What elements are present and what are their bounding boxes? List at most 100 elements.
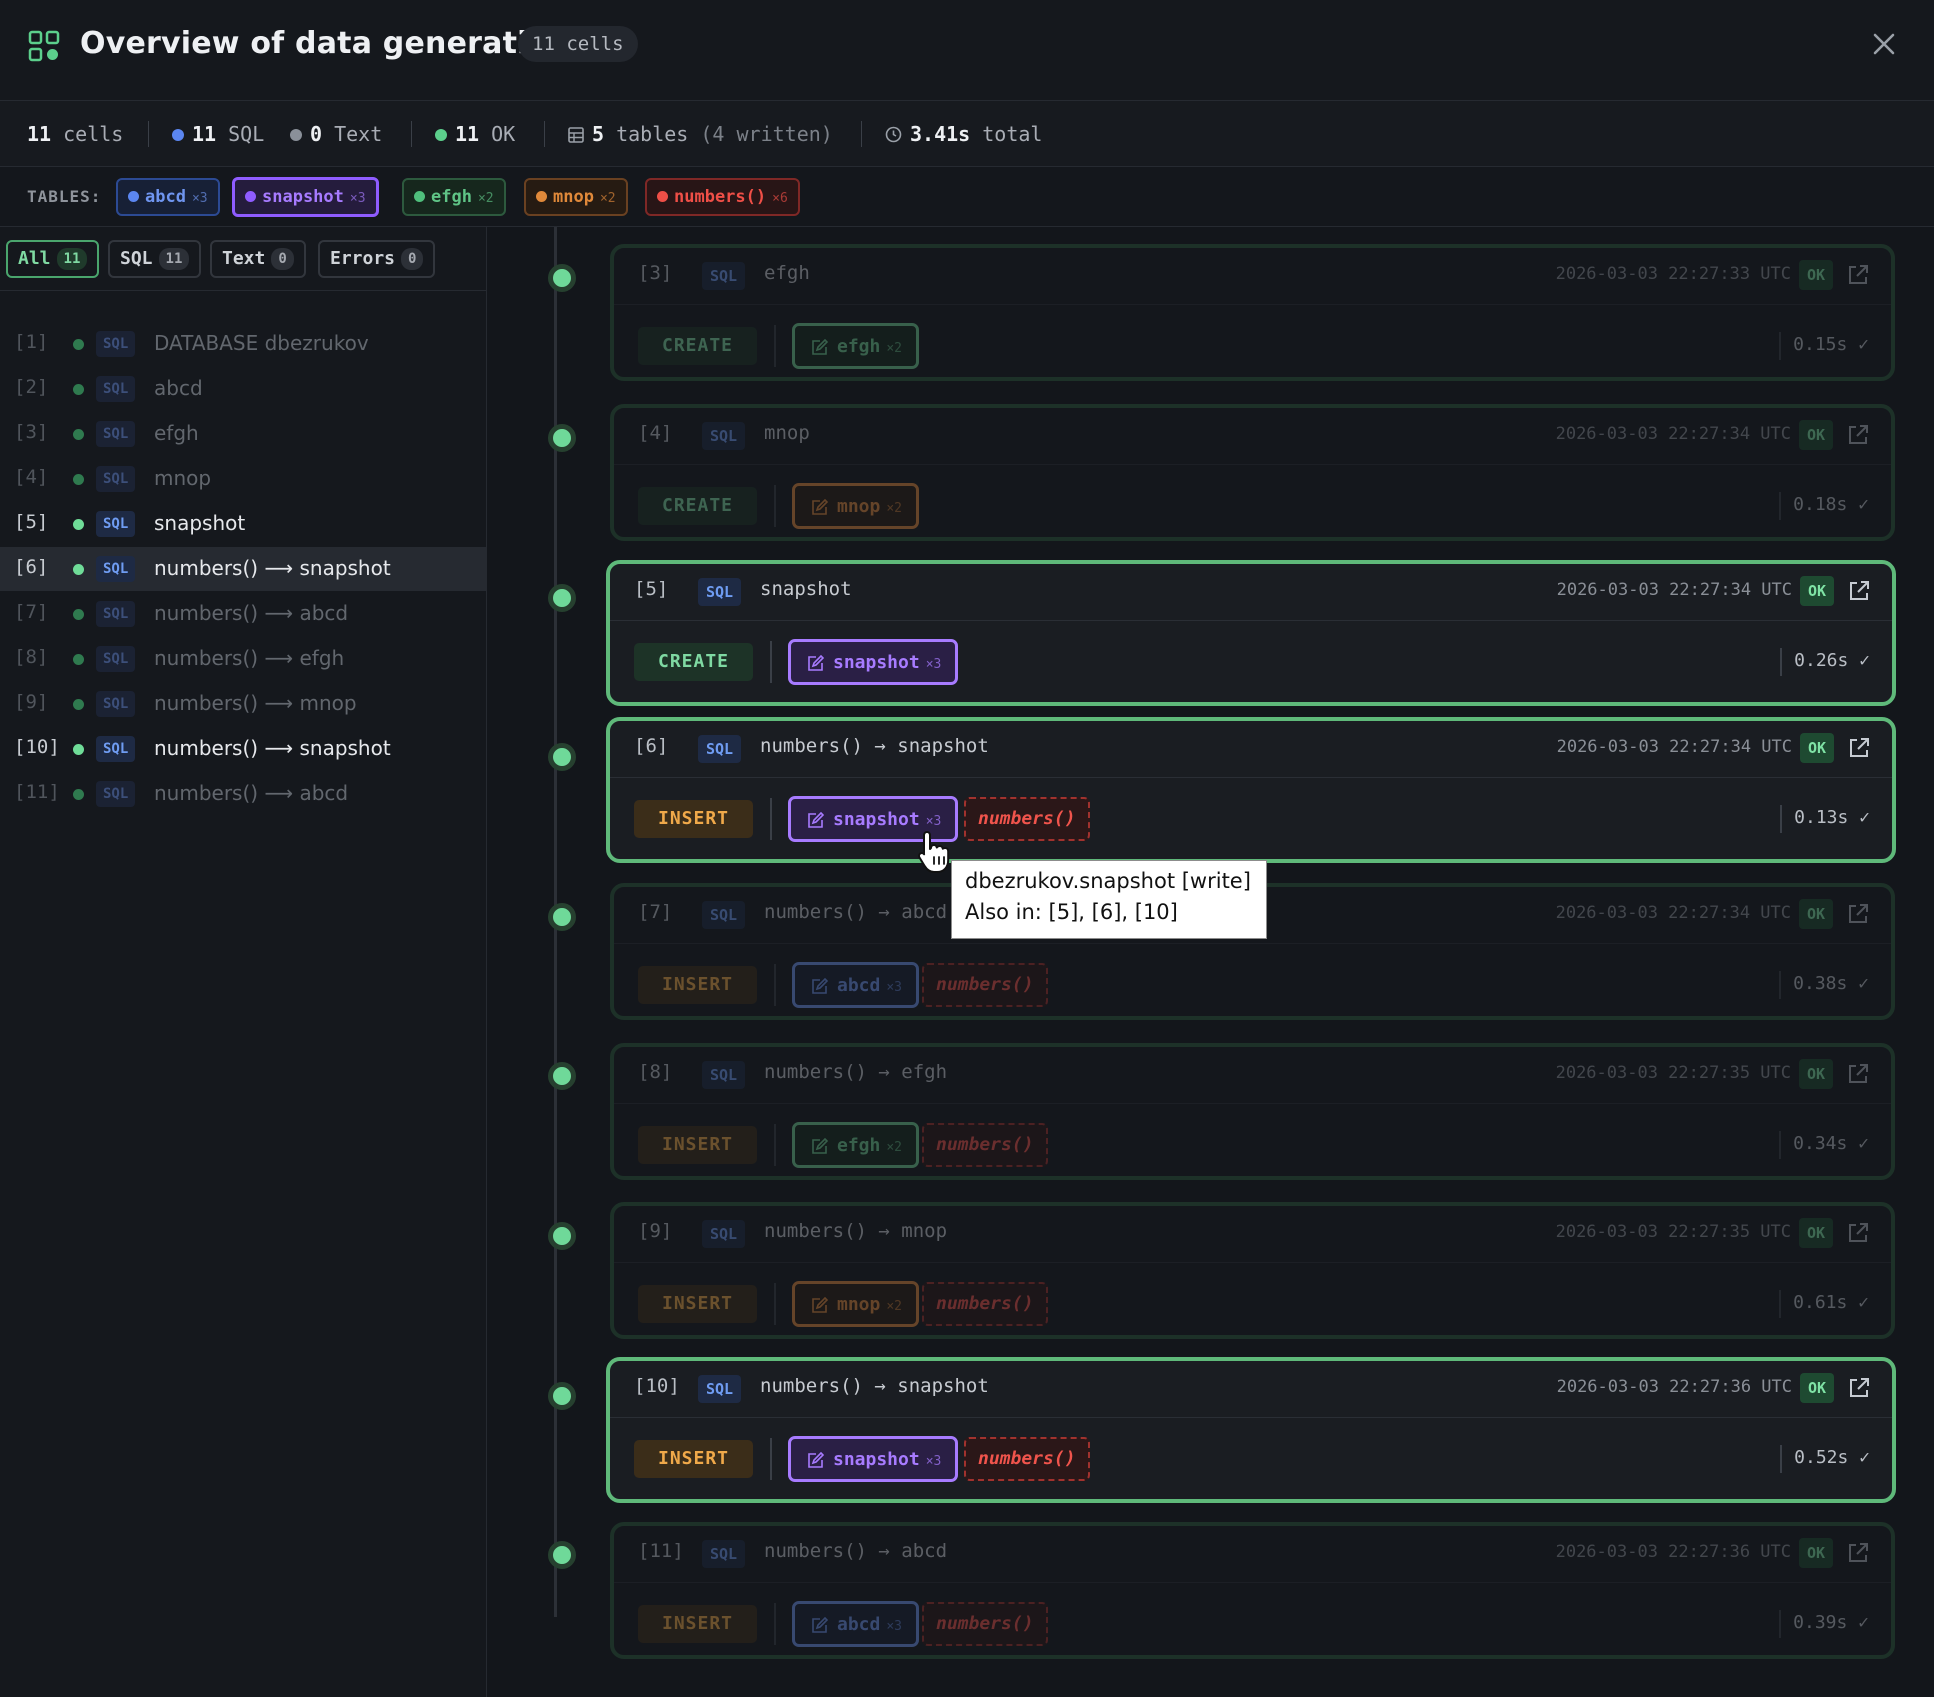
edit-icon [812,499,828,515]
list-item[interactable]: [9] SQL numbers() ⟶ mnop [0,682,486,726]
cell-index: [11] [638,1540,684,1562]
filter-tab-text[interactable]: Text 0 [210,240,306,278]
external-link-icon[interactable] [1846,735,1872,761]
target-table-chip[interactable]: efgh ×2 [792,1122,920,1168]
source-table-chip[interactable]: numbers() [922,1282,1048,1326]
cell-index: [8] [638,1061,673,1083]
cell-title: mnop [764,422,810,444]
sql-badge: SQL [702,1061,746,1089]
filter-tab-sql[interactable]: SQL 11 [108,240,202,278]
sql-badge: SQL [698,735,742,763]
list-item[interactable]: [10] SQL numbers() ⟶ snapshot [0,727,486,771]
target-table-chip[interactable]: efgh ×2 [792,323,920,369]
external-link-icon[interactable] [1845,262,1871,288]
operation-badge: INSERT [638,966,758,1004]
list-item[interactable]: [8] SQL numbers() ⟶ efgh [0,637,486,681]
tables-bar: TABLES: abcd ×3 snapshot ×3 efgh ×2 mnop ×2 … [0,167,1934,227]
cell-card-highlighted[interactable]: [6] SQL numbers() → snapshot 2026-03-03 … [606,717,1896,863]
target-table-chip[interactable]: mnop ×2 [792,1281,920,1327]
sql-badge: SQL [702,262,746,290]
timeline-node [548,903,576,931]
sql-badge: SQL [702,422,746,450]
timeline-node [548,424,576,452]
cell-title: snapshot [760,578,852,600]
edit-icon [808,655,824,671]
cell-card-highlighted[interactable]: [10] SQL numbers() → snapshot 2026-03-03… [606,1357,1896,1503]
cell-timestamp: 2026-03-03 22:27:34 UTC [1556,580,1792,600]
external-link-icon[interactable] [1846,578,1872,604]
target-table-chip[interactable]: snapshot ×3 [788,1436,959,1482]
timeline-node [548,1062,576,1090]
cell-timestamp: 2026-03-03 22:27:36 UTC [1556,1377,1792,1397]
list-item[interactable]: [4] SQL mnop [0,457,486,501]
status-badge: OK [1798,260,1833,290]
list-item[interactable]: [1] SQL DATABASE dbezrukov [0,322,486,366]
list-item[interactable]: [5] SQL snapshot [0,502,486,546]
edit-icon [812,1617,828,1633]
cell-card[interactable]: [8] SQL numbers() → efgh 2026-03-03 22:2… [610,1043,1895,1180]
cell-timestamp: 2026-03-03 22:27:35 UTC [1555,1222,1791,1242]
cell-duration: 0.61s ✓ [1793,1292,1869,1313]
filter-tab-all[interactable]: All 11 [6,240,100,278]
source-table-chip[interactable]: numbers() [964,1437,1090,1481]
operation-badge: CREATE [638,327,758,365]
list-item[interactable]: [3] SQL efgh [0,412,486,456]
table-chip-snapshot[interactable]: snapshot ×3 [232,177,379,217]
cell-timestamp: 2026-03-03 22:27:34 UTC [1556,737,1792,757]
cell-duration: 0.15s ✓ [1793,334,1869,355]
cell-card-highlighted[interactable]: [5] SQL snapshot 2026-03-03 22:27:34 UTC… [606,560,1896,706]
source-table-chip[interactable]: numbers() [922,1123,1048,1167]
table-chip-efgh[interactable]: efgh ×2 [402,178,506,216]
status-badge: OK [1799,733,1834,763]
cell-timestamp: 2026-03-03 22:27:36 UTC [1555,1542,1791,1562]
external-link-icon[interactable] [1845,1540,1871,1566]
cell-title: efgh [764,262,810,284]
operation-badge: INSERT [638,1285,758,1323]
table-chip-mnop[interactable]: mnop ×2 [524,178,628,216]
close-icon[interactable] [1866,26,1902,62]
cell-duration: 0.18s ✓ [1793,494,1869,515]
list-item[interactable]: [7] SQL numbers() ⟶ abcd [0,592,486,636]
list-item-selected[interactable]: [6] SQL numbers() ⟶ snapshot [0,547,486,591]
external-link-icon[interactable] [1845,422,1871,448]
sql-badge: SQL [702,901,746,929]
cell-title: numbers() → abcd [764,901,948,923]
cell-card[interactable]: [11] SQL numbers() → abcd 2026-03-03 22:… [610,1522,1895,1659]
cell-card[interactable]: [3] SQL efgh 2026-03-03 22:27:33 UTC OK … [610,244,1895,381]
external-link-icon[interactable] [1845,1061,1871,1087]
table-chip-numbers[interactable]: numbers() ×6 [645,178,800,216]
stat-ok: 11 OK [435,121,515,147]
tooltip-line-2: Also in: [5], [6], [10] [965,900,1178,924]
timeline-node [548,1382,576,1410]
cell-card[interactable]: [9] SQL numbers() → mnop 2026-03-03 22:2… [610,1202,1895,1339]
external-link-icon[interactable] [1845,901,1871,927]
external-link-icon[interactable] [1846,1375,1872,1401]
cell-title: numbers() → efgh [764,1061,948,1083]
cells-count-badge: 11 cells [518,26,638,62]
edit-icon [812,339,828,355]
target-table-chip[interactable]: snapshot ×3 [788,639,959,685]
stat-sql: 11 SQL [172,121,264,147]
grid-apps-icon [28,30,60,62]
cell-duration: 0.38s ✓ [1793,973,1869,994]
source-table-chip[interactable]: numbers() [964,797,1090,841]
list-item[interactable]: [11] SQL numbers() ⟶ abcd [0,772,486,816]
source-table-chip[interactable]: numbers() [922,1602,1048,1646]
cell-index: [6] [634,735,669,757]
cell-timestamp: 2026-03-03 22:27:34 UTC [1555,903,1791,923]
edit-icon [812,1297,828,1313]
target-table-chip[interactable]: mnop ×2 [792,483,920,529]
cell-card[interactable]: [4] SQL mnop 2026-03-03 22:27:34 UTC OK … [610,404,1895,541]
target-table-chip[interactable]: abcd ×3 [792,1601,920,1647]
cell-index: [9] [638,1220,673,1242]
dialog-header: Overview of data generation 11 cells [0,0,1934,101]
table-chip-abcd[interactable]: abcd ×3 [116,178,220,216]
cell-index: [3] [638,262,673,284]
cell-title: numbers() → snapshot [760,735,989,757]
target-table-chip[interactable]: abcd ×3 [792,962,920,1008]
list-item[interactable]: [2] SQL abcd [0,367,486,411]
external-link-icon[interactable] [1845,1220,1871,1246]
filter-tab-errors[interactable]: Errors 0 [318,240,436,278]
timeline-node [548,1541,576,1569]
source-table-chip[interactable]: numbers() [922,963,1048,1007]
